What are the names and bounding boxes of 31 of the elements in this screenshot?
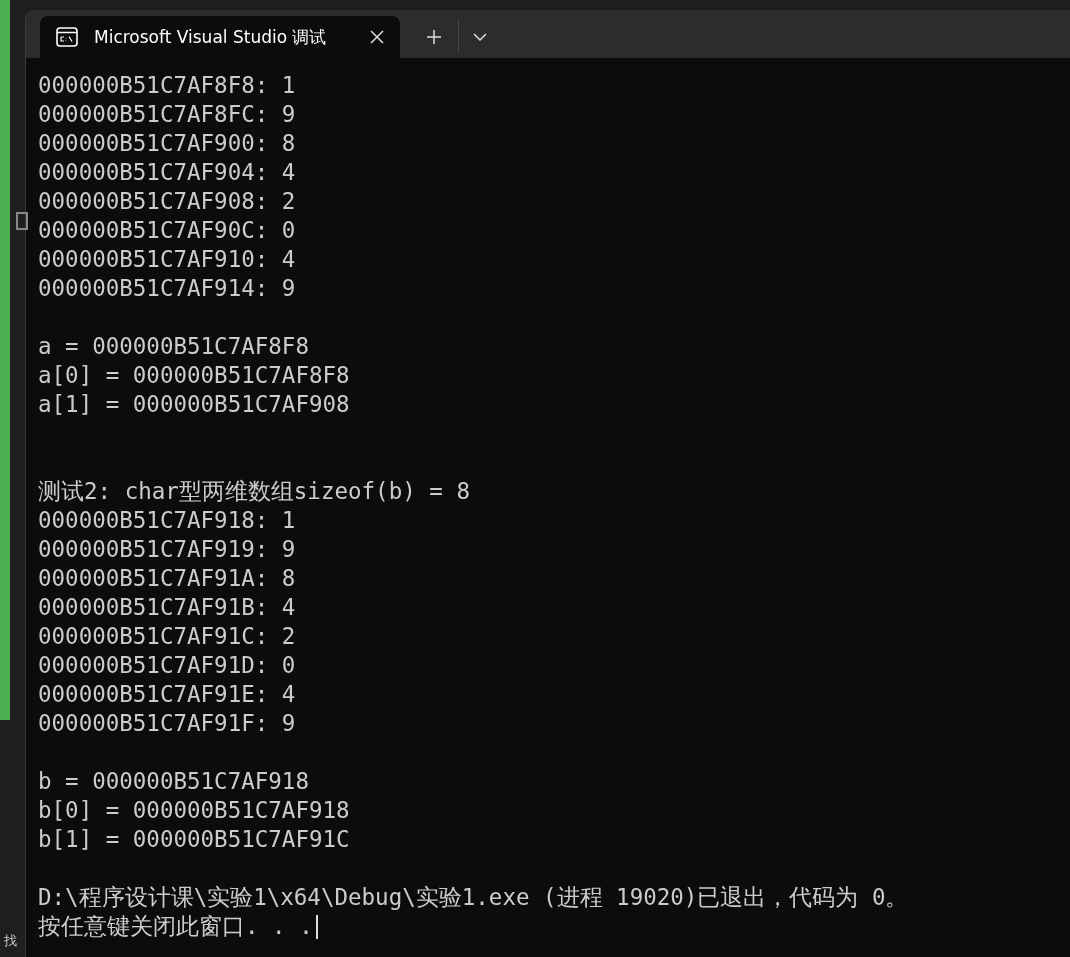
console-line: 000000B51C7AF90C: 0 xyxy=(38,216,296,245)
console-line: a[1] = 000000B51C7AF908 xyxy=(38,390,350,419)
console-line: 000000B51C7AF91E: 4 xyxy=(38,680,296,709)
console-line: 000000B51C7AF91B: 4 xyxy=(38,593,296,622)
console-line: 000000B51C7AF919: 9 xyxy=(38,535,296,564)
new-tab-icon[interactable] xyxy=(426,29,442,45)
console-line: 000000B51C7AF910: 4 xyxy=(38,245,296,274)
console-line: 000000B51C7AF908: 2 xyxy=(38,187,296,216)
console-line: 000000B51C7AF8FC: 9 xyxy=(38,100,296,129)
console-line: 000000B51C7AF91D: 0 xyxy=(38,651,296,680)
console-line: 测试2: char型两维数组sizeof(b) = 8 xyxy=(38,477,470,506)
console-line: 000000B51C7AF914: 9 xyxy=(38,274,296,303)
console-line: a = 000000B51C7AF8F8 xyxy=(38,332,309,361)
console-line: 000000B51C7AF8F8: 1 xyxy=(38,71,296,100)
console-line: 000000B51C7AF91A: 8 xyxy=(38,564,296,593)
console-line: 000000B51C7AF900: 8 xyxy=(38,129,296,158)
console-line: 按任意键关闭此窗口. . . xyxy=(38,912,313,941)
close-icon[interactable] xyxy=(370,30,384,44)
console-line: 000000B51C7AF91F: 9 xyxy=(38,709,296,738)
console-line: D:\程序设计课\实验1\x64\Debug\实验1.exe (进程 19020)已退出，代码为 0。 xyxy=(38,883,909,912)
console-icon xyxy=(56,26,78,48)
console-line: 000000B51C7AF904: 4 xyxy=(38,158,296,187)
console-line: b = 000000B51C7AF918 xyxy=(38,767,309,796)
console-line: a[0] = 000000B51C7AF8F8 xyxy=(38,361,350,390)
console-tab[interactable]: Microsoft Visual Studio 调试 xyxy=(40,16,400,58)
taskbar-text: 找 xyxy=(4,932,17,950)
console-line: b[0] = 000000B51C7AF918 xyxy=(38,796,350,825)
dropdown-icon[interactable] xyxy=(473,33,487,41)
console-line: b[1] = 000000B51C7AF91C xyxy=(38,825,350,854)
console-line: 000000B51C7AF91C: 2 xyxy=(38,622,296,651)
console-line: 000000B51C7AF918: 1 xyxy=(38,506,296,535)
